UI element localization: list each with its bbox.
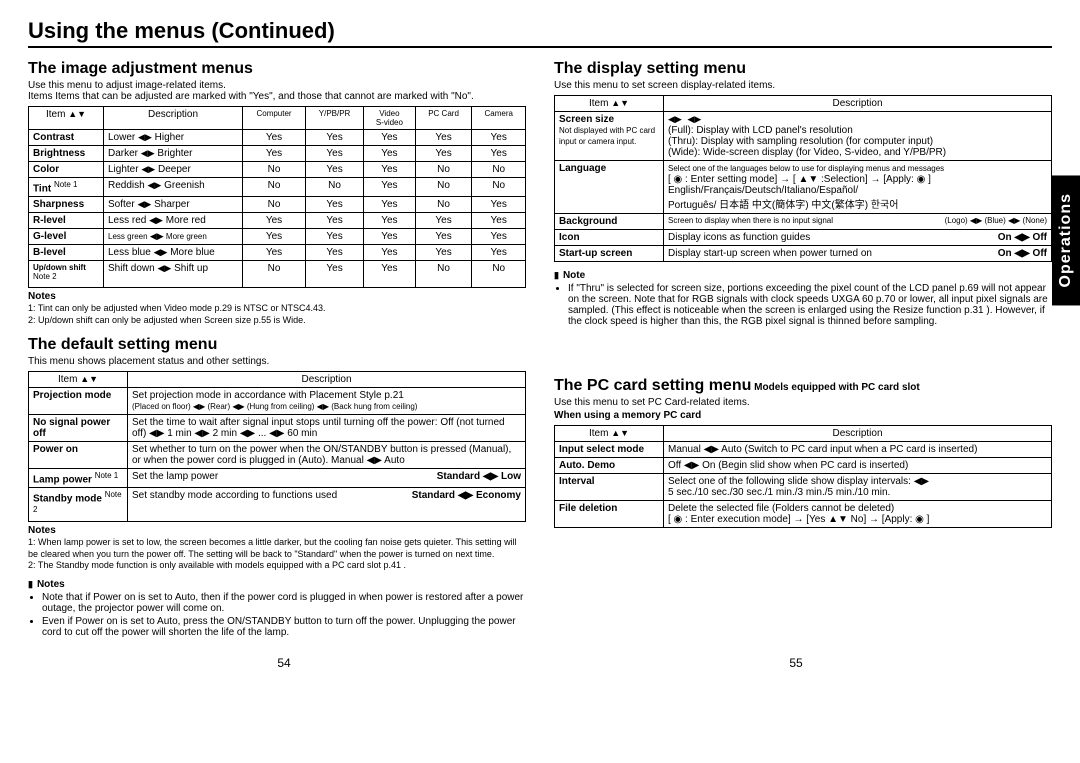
heading-right-note: Note: [554, 270, 1052, 281]
left-column: The image adjustment menus Use this menu…: [28, 50, 526, 642]
pc-when: When using a memory PC card: [554, 410, 1052, 421]
heading-pc: The PC card setting menu Models equipped…: [554, 377, 1052, 395]
page-numbers: 54 55: [28, 656, 1052, 670]
default-notes: Notes 1: When lamp power is set to low, …: [28, 525, 526, 571]
pc-intro: Use this menu to set PC Card-related ite…: [554, 397, 1052, 408]
display-intro: Use this menu to set screen display-rela…: [554, 80, 1052, 91]
image-adjust-table: Item Description Computer Y/PB/PR Video …: [28, 106, 526, 288]
heading-image-adjust: The image adjustment menus: [28, 60, 526, 78]
right-column: The display setting menu Use this menu t…: [554, 50, 1052, 642]
display-table: Item Description Screen sizeNot displaye…: [554, 95, 1052, 262]
heading-general-notes: Notes: [28, 579, 526, 590]
pc-table: Item Description Input select modeManual…: [554, 425, 1052, 528]
display-note: If "Thru" is selected for screen size, p…: [568, 283, 1052, 327]
default-table: Item Description Projection mode Set pro…: [28, 371, 526, 522]
general-notes: Note that if Power on is set to Auto, th…: [42, 592, 526, 638]
page-title: Using the menus (Continued): [28, 18, 1052, 48]
image-notes: Notes 1: Tint can only be adjusted when …: [28, 291, 526, 326]
image-intro: Use this menu to adjust image-related it…: [28, 80, 526, 102]
default-intro: This menu shows placement status and oth…: [28, 356, 526, 367]
heading-default: The default setting menu: [28, 336, 526, 354]
heading-display: The display setting menu: [554, 60, 1052, 78]
side-tab-operations: Operations: [1052, 175, 1080, 305]
